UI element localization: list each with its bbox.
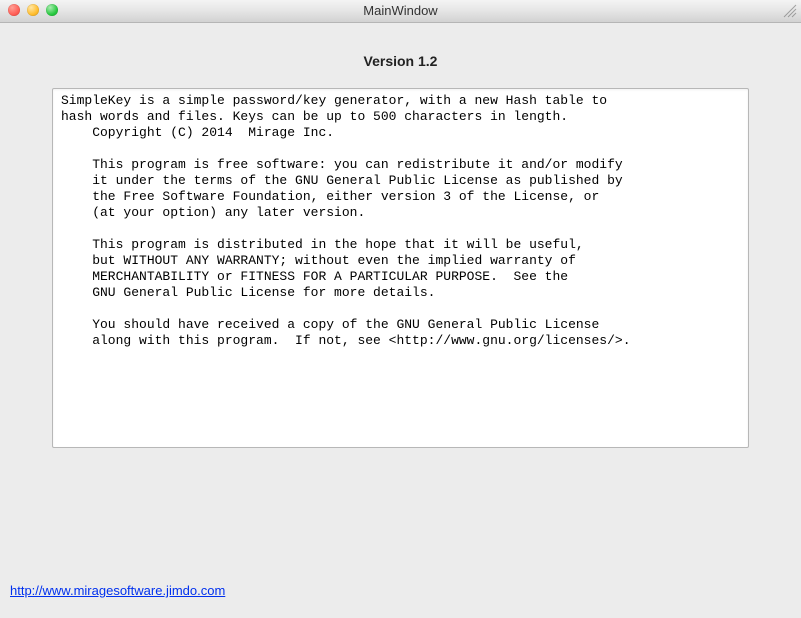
close-icon[interactable]	[8, 4, 20, 16]
license-textview[interactable]: SimpleKey is a simple password/key gener…	[52, 88, 749, 448]
website-link[interactable]: http://www.miragesoftware.jimdo.com	[10, 583, 225, 598]
zoom-icon[interactable]	[46, 4, 58, 16]
minimize-icon[interactable]	[27, 4, 39, 16]
window-controls	[8, 4, 58, 16]
resize-handle-icon[interactable]	[782, 3, 798, 19]
window-title: MainWindow	[363, 3, 437, 18]
client-area: Version 1.2 SimpleKey is a simple passwo…	[0, 23, 801, 618]
version-label: Version 1.2	[0, 53, 801, 69]
license-text: SimpleKey is a simple password/key gener…	[53, 89, 748, 349]
window-titlebar: MainWindow	[0, 0, 801, 23]
